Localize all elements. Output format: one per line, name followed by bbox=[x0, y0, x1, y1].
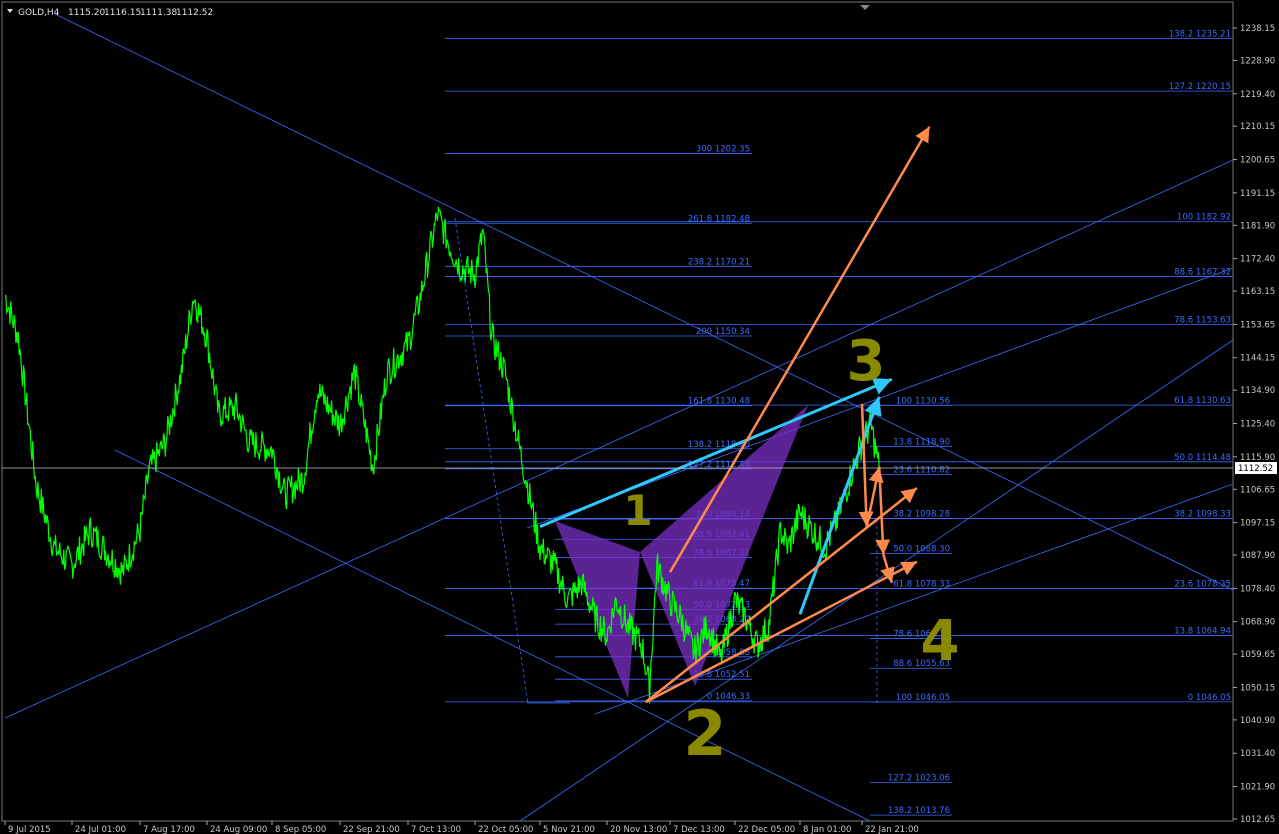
fib-level-label: 138.2 1013.76 bbox=[888, 806, 950, 816]
y-tick-label: 1012.65 bbox=[1240, 815, 1275, 825]
y-tick-label: 1163.15 bbox=[1240, 287, 1275, 297]
wave-number-label: 3 bbox=[847, 329, 886, 394]
y-tick-label: 1097.15 bbox=[1240, 519, 1275, 529]
y-tick-label: 1153.65 bbox=[1240, 320, 1275, 330]
x-tick-label: 7 Oct 13:00 bbox=[411, 825, 461, 834]
y-tick-label: 1134.90 bbox=[1240, 386, 1275, 396]
x-tick-label: 7 Aug 17:00 bbox=[143, 825, 195, 834]
fib-level-label: 138.2 1235.21 bbox=[1169, 29, 1231, 39]
fib-level-label: 238.2 1170.21 bbox=[688, 257, 750, 267]
y-tick-label: 1200.65 bbox=[1240, 156, 1275, 166]
fib-level-label: 300 1202.35 bbox=[696, 145, 750, 155]
symbol-label: GOLD,H4 bbox=[18, 8, 60, 18]
fib-level-label: 13.8 1064.94 bbox=[1174, 627, 1231, 637]
fib-level-label: 23.6 1110.82 bbox=[893, 466, 950, 476]
y-tick-label: 1040.90 bbox=[1240, 716, 1275, 726]
fib-level-label: 61.8 1130.63 bbox=[1174, 396, 1231, 406]
y-tick-label: 1068.90 bbox=[1240, 618, 1275, 628]
x-tick-label: 8 Jan 01:00 bbox=[803, 825, 851, 834]
x-tick-label: 24 Jul 01:00 bbox=[75, 825, 126, 834]
y-tick-label: 1021.90 bbox=[1240, 783, 1275, 793]
current-price-text: 1112.52 bbox=[1238, 464, 1273, 474]
y-tick-label: 1219.40 bbox=[1240, 90, 1275, 100]
fib-level-label: 0 1046.05 bbox=[1188, 693, 1231, 703]
x-tick-label: 22 Jan 21:00 bbox=[865, 825, 919, 834]
x-tick-label: 9 Jul 2015 bbox=[8, 825, 51, 834]
chart-background bbox=[0, 0, 1279, 834]
fib-level-label: 78.6 1153.63 bbox=[1174, 315, 1231, 325]
fib-level-label: 127.2 1023.06 bbox=[888, 773, 950, 783]
x-tick-label: 5 Nov 21:00 bbox=[543, 825, 595, 834]
y-tick-label: 1191.15 bbox=[1240, 189, 1275, 199]
price-chart[interactable]: 138.2 1235.21127.2 1220.15300 1202.35261… bbox=[0, 0, 1279, 834]
fib-level-label: 50.0 1088.30 bbox=[893, 545, 950, 555]
wave-number-label: 1 bbox=[623, 486, 652, 535]
close-value: 1112.52 bbox=[176, 8, 213, 18]
y-tick-label: 1087.90 bbox=[1240, 551, 1275, 561]
y-tick-label: 1238.15 bbox=[1240, 24, 1275, 34]
high-value: 1116.15 bbox=[104, 8, 141, 18]
chart-window[interactable]: 138.2 1235.21 127.2 1220.15 300 1202.35 261… bbox=[0, 0, 1279, 834]
fib-level-label: 13.8 1118.90 bbox=[893, 437, 950, 447]
open-value: 1115.20 bbox=[68, 8, 105, 18]
x-tick-label: 22 Oct 05:00 bbox=[478, 825, 533, 834]
y-tick-label: 1144.15 bbox=[1240, 354, 1275, 364]
fib-level-label: 50.0 1114.48 bbox=[1174, 453, 1231, 463]
y-tick-label: 1115.90 bbox=[1240, 453, 1275, 463]
x-tick-label: 7 Dec 13:00 bbox=[673, 825, 725, 834]
wave-number-label: 4 bbox=[921, 609, 960, 674]
fib-level-label: 38.2 1098.33 bbox=[1174, 509, 1231, 519]
y-tick-label: 1125.40 bbox=[1240, 420, 1275, 430]
y-tick-label: 1172.40 bbox=[1240, 255, 1275, 265]
chart-header: GOLD,H4 1115.20 1116.15 1111.38 1112.52 bbox=[7, 8, 213, 18]
y-tick-label: 1059.65 bbox=[1240, 650, 1275, 660]
y-tick-label: 1031.40 bbox=[1240, 749, 1275, 759]
fib-level-label: 23.6 1078.35 bbox=[1174, 580, 1231, 590]
low-value: 1111.38 bbox=[140, 8, 177, 18]
y-tick-label: 1106.65 bbox=[1240, 485, 1275, 495]
x-tick-label: 22 Dec 05:00 bbox=[738, 825, 795, 834]
x-tick-label: 24 Aug 09:00 bbox=[210, 825, 267, 834]
y-tick-label: 1050.15 bbox=[1240, 683, 1275, 693]
fib-level-label: 261.8 1182.48 bbox=[688, 214, 750, 224]
fib-level-label: 38.2 1098.28 bbox=[893, 510, 950, 520]
y-tick-label: 1210.15 bbox=[1240, 122, 1275, 132]
fib-level-label: 61.8 1078.33 bbox=[893, 580, 950, 590]
x-tick-label: 8 Sep 05:00 bbox=[275, 825, 326, 834]
fib-level-label: 100 1046.05 bbox=[896, 693, 950, 703]
fib-level-label: 100 1182.92 bbox=[1177, 213, 1231, 223]
wave-number-label: 2 bbox=[683, 697, 726, 770]
y-tick-label: 1228.90 bbox=[1240, 56, 1275, 66]
x-tick-label: 20 Nov 13:00 bbox=[610, 825, 667, 834]
fib-level-label: 88.6 1167.32 bbox=[1174, 267, 1231, 277]
y-tick-label: 1181.90 bbox=[1240, 221, 1275, 231]
fib-level-label: 127.2 1220.15 bbox=[1169, 82, 1231, 92]
fib-level-label: 200 1150.34 bbox=[696, 327, 750, 337]
fib-level-label: 100 1130.56 bbox=[896, 396, 950, 406]
x-tick-label: 22 Sep 21:00 bbox=[343, 825, 400, 834]
y-tick-label: 1078.40 bbox=[1240, 584, 1275, 594]
